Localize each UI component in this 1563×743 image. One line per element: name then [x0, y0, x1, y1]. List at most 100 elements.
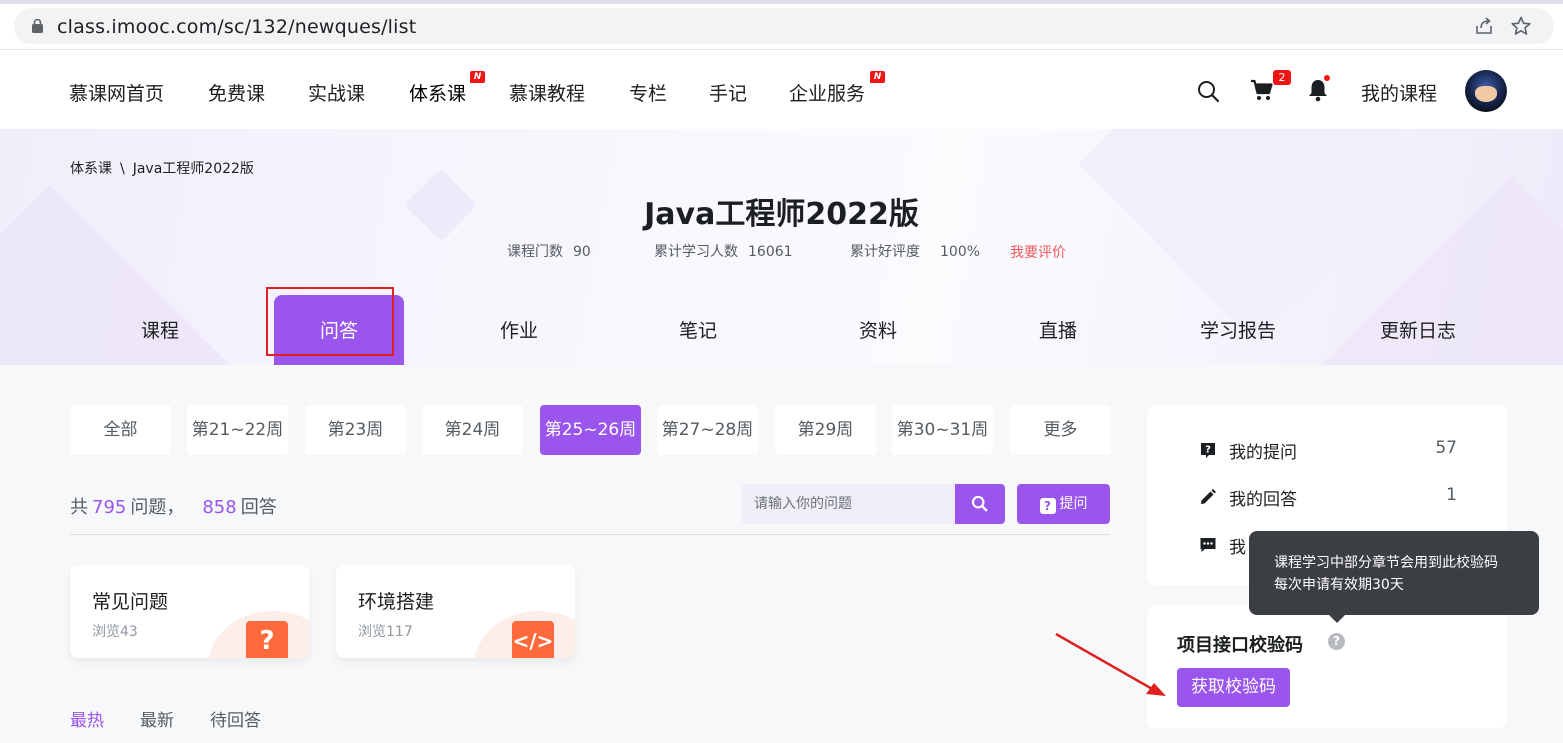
stat-value: 90 — [573, 244, 591, 260]
topic-views: 浏览117 — [358, 624, 413, 640]
tooltip-line: 课程学习中部分章节会用到此校验码 — [1274, 555, 1498, 571]
sort-latest[interactable]: 最新 — [140, 706, 174, 731]
sort-unanswered[interactable]: 待回答 — [210, 706, 261, 731]
my-comments-link[interactable]: 我 — [1229, 533, 1246, 558]
site-header: 慕课网首页 免费课 实战课 体系课 N 慕课教程 专栏 手记 企业服务 N 2 … — [0, 50, 1563, 129]
url-text[interactable]: class.imooc.com/sc/132/newques/list — [57, 16, 416, 38]
page-title: Java工程师2022版 — [644, 197, 919, 232]
topic-card-faq[interactable]: 常见问题 浏览43 ? — [70, 565, 309, 658]
week-filter[interactable]: 第29周 — [775, 405, 876, 455]
stat-label: 课程门数 — [507, 244, 563, 260]
tab-homework[interactable]: 作业 — [454, 295, 584, 365]
summary-prefix: 共 — [70, 497, 88, 518]
nav-practical-courses[interactable]: 实战课 — [308, 79, 365, 106]
nav-free-courses[interactable]: 免费课 — [208, 79, 265, 106]
week-filter[interactable]: 第27~28周 — [657, 405, 758, 455]
nav-enterprise[interactable]: 企业服务 N — [789, 71, 885, 106]
help-icon[interactable]: ? — [1328, 633, 1345, 650]
tab-changelog[interactable]: 更新日志 — [1353, 295, 1483, 365]
new-badge: N — [470, 71, 485, 83]
stat-label: 累计学习人数 — [654, 244, 738, 260]
my-courses-link[interactable]: 我的课程 — [1361, 79, 1437, 106]
breadcrumb-current: Java工程师2022版 — [132, 161, 254, 177]
stat-learners: 累计学习人数 16061 — [654, 241, 793, 261]
verification-code-title: 项目接口校验码 — [1177, 635, 1303, 656]
summary-questions-label: 问题， — [130, 497, 185, 518]
nav-system-courses[interactable]: 体系课 N — [409, 71, 485, 106]
tab-strip — [0, 0, 1563, 4]
topic-name: 环境搭建 — [358, 591, 435, 613]
pencil-icon — [1201, 489, 1216, 504]
topic-card-environment[interactable]: 环境搭建 浏览117 </> — [336, 565, 575, 658]
search-button[interactable] — [955, 484, 1005, 524]
tab-courses[interactable]: 课程 — [95, 295, 225, 365]
week-filter-all[interactable]: 全部 — [70, 405, 171, 455]
stat-value: 16061 — [748, 244, 793, 260]
notification-dot — [1324, 75, 1330, 81]
question-search-input[interactable] — [742, 484, 955, 524]
breadcrumb-separator: \ — [120, 161, 125, 177]
star-icon[interactable] — [1510, 15, 1532, 37]
tooltip-line: 每次申请有效期30天 — [1274, 577, 1404, 593]
rate-course-link[interactable]: 我要评价 — [1010, 242, 1066, 262]
breadcrumb: 体系课 \ Java工程师2022版 — [70, 158, 254, 178]
nav-columns[interactable]: 专栏 — [629, 79, 667, 106]
week-filter[interactable]: 第30~31周 — [892, 405, 993, 455]
stat-label: 累计好评度 — [850, 244, 920, 260]
question-icon: ? — [246, 621, 288, 658]
question-icon: ? — [1039, 498, 1056, 514]
lock-icon — [32, 19, 43, 33]
verification-code-panel: 项目接口校验码 ? 获取校验码 — [1147, 605, 1507, 728]
my-answers-link[interactable]: 我的回答 — [1229, 485, 1297, 510]
topic-views: 浏览43 — [92, 624, 138, 640]
tab-study-report[interactable]: 学习报告 — [1173, 295, 1303, 365]
week-filter[interactable]: 第24周 — [422, 405, 523, 455]
nav-notes[interactable]: 手记 — [709, 79, 747, 106]
question-count: 795 — [92, 497, 127, 518]
nav-tutorials[interactable]: 慕课教程 — [509, 79, 585, 106]
course-hero: 体系课 \ Java工程师2022版 Java工程师2022版 课程门数 90 累计学… — [0, 129, 1563, 365]
nav-enterprise-label: 企业服务 — [789, 83, 866, 105]
ask-button-label: 提问 — [1059, 496, 1088, 512]
topic-name: 常见问题 — [92, 591, 169, 613]
cart-icon[interactable] — [1250, 78, 1274, 102]
my-answers-count: 1 — [1446, 485, 1457, 505]
annotation-highlight-box — [266, 287, 394, 356]
cart-count-badge: 2 — [1273, 70, 1291, 85]
tooltip: 课程学习中部分章节会用到此校验码 每次申请有效期30天 — [1249, 531, 1539, 623]
qa-summary: 共 795 问题， 858 回答 — [70, 493, 277, 519]
annotation-arrow — [1055, 632, 1166, 696]
my-questions-link[interactable]: 我的提问 — [1229, 438, 1297, 463]
ask-question-button[interactable]: ? 提问 — [1017, 484, 1110, 524]
week-filter[interactable]: 第21~22周 — [187, 405, 288, 455]
share-icon[interactable] — [1474, 16, 1494, 36]
stat-rating: 累计好评度 100% — [850, 241, 980, 261]
stat-value: 100% — [940, 244, 981, 260]
week-filter-active[interactable]: 第25~26周 — [540, 405, 641, 455]
week-filter[interactable]: 第23周 — [305, 405, 406, 455]
address-bar[interactable]: class.imooc.com/sc/132/newques/list — [14, 8, 1554, 44]
my-questions-count: 57 — [1435, 438, 1457, 458]
breadcrumb-parent[interactable]: 体系课 — [70, 161, 112, 177]
week-filter-more[interactable]: 更多 — [1010, 405, 1111, 455]
avatar[interactable] — [1465, 70, 1507, 112]
tab-live[interactable]: 直播 — [993, 295, 1123, 365]
tab-notes[interactable]: 笔记 — [633, 295, 763, 365]
get-code-button[interactable]: 获取校验码 — [1177, 668, 1290, 707]
answer-count: 858 — [202, 497, 237, 518]
new-badge: N — [870, 71, 885, 83]
nav-home[interactable]: 慕课网首页 — [69, 79, 164, 106]
summary-answers-label: 回答 — [240, 497, 277, 518]
code-icon: </> — [512, 621, 554, 658]
search-icon[interactable] — [1196, 79, 1220, 103]
sort-hot[interactable]: 最热 — [70, 706, 104, 731]
divider — [70, 534, 1110, 535]
svg-text:?: ? — [1205, 445, 1211, 456]
search-icon — [971, 495, 988, 512]
nav-system-courses-label: 体系课 — [409, 83, 467, 105]
browser-bar: class.imooc.com/sc/132/newques/list — [0, 0, 1563, 50]
tab-materials[interactable]: 资料 — [813, 295, 943, 365]
comment-icon — [1200, 538, 1216, 552]
bell-icon[interactable] — [1307, 78, 1329, 102]
stat-course-count: 课程门数 90 — [507, 241, 591, 261]
